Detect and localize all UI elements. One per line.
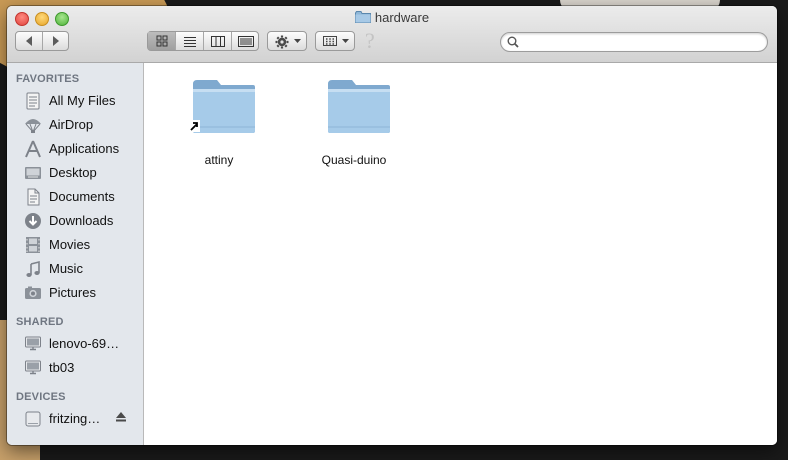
sidebar-item-movies[interactable]: Movies	[7, 234, 143, 256]
sidebar: FAVORITES All My Files AirDrop Applicati…	[7, 63, 144, 445]
sidebar-item-fritzing[interactable]: fritzing…	[7, 408, 143, 430]
airdrop-icon	[25, 119, 41, 134]
folder-item-attiny[interactable]: attiny	[169, 77, 269, 167]
sidebar-item-label: fritzing…	[49, 411, 101, 426]
music-icon	[26, 260, 40, 277]
downloads-icon	[25, 213, 41, 229]
folder-icon	[193, 80, 255, 133]
window-title-area: hardware	[7, 10, 777, 25]
title-bar: hardware ?	[7, 6, 777, 63]
search-input[interactable]	[523, 35, 758, 49]
list-view-icon	[183, 36, 196, 47]
column-view-button[interactable]	[204, 32, 231, 50]
documents-icon	[27, 188, 40, 206]
sidebar-header-favorites: FAVORITES	[16, 73, 80, 85]
navigation-buttons	[15, 31, 69, 51]
sidebar-item-label: Documents	[49, 189, 115, 204]
folder-item-quasi-duino[interactable]: Quasi-duino	[304, 77, 404, 167]
list-view-button[interactable]	[176, 32, 203, 50]
computer-icon	[25, 360, 41, 375]
pictures-icon	[25, 286, 41, 299]
dropdown-arrow-icon	[294, 39, 301, 43]
folder-name: Quasi-duino	[321, 153, 387, 167]
sidebar-item-label: tb03	[49, 360, 75, 375]
applications-icon	[25, 140, 41, 158]
folder-icon	[328, 80, 390, 133]
forward-button[interactable]	[43, 32, 69, 50]
sidebar-header-devices: DEVICES	[16, 391, 66, 403]
action-menu-button[interactable]	[267, 31, 307, 51]
sidebar-item-downloads[interactable]: Downloads	[7, 210, 143, 232]
sidebar-item-music[interactable]: Music	[7, 258, 143, 280]
arrange-icon	[323, 36, 337, 46]
sidebar-item-label: Applications	[49, 141, 120, 156]
search-field[interactable]	[500, 32, 768, 52]
view-mode-control	[147, 31, 259, 51]
forward-arrow-icon	[53, 36, 59, 46]
help-icon[interactable]: ?	[365, 28, 375, 54]
sidebar-item-airdrop[interactable]: AirDrop	[7, 114, 143, 136]
dropdown-arrow-icon	[342, 39, 349, 43]
sidebar-item-documents[interactable]: Documents	[7, 186, 143, 208]
desktop-icon	[25, 167, 41, 179]
file-browser-content: attiny Quasi-duino	[144, 63, 777, 445]
sidebar-item-lenovo[interactable]: lenovo-69…	[7, 333, 143, 355]
sidebar-item-pictures[interactable]: Pictures	[7, 282, 143, 304]
sidebar-item-label: AirDrop	[49, 117, 94, 132]
sidebar-item-label: Music	[49, 261, 83, 276]
sidebar-item-label: lenovo-69…	[49, 336, 120, 351]
sidebar-item-label: Desktop	[49, 165, 97, 180]
window-title: hardware	[374, 10, 430, 25]
sidebar-item-desktop[interactable]: Desktop	[7, 162, 143, 184]
sidebar-header-shared: SHARED	[16, 316, 64, 328]
back-arrow-icon	[26, 36, 32, 46]
disk-icon	[25, 411, 41, 427]
alias-arrow-icon	[188, 120, 200, 132]
eject-icon[interactable]	[115, 411, 127, 423]
arrange-menu-button[interactable]	[315, 31, 355, 51]
sidebar-item-label: Movies	[49, 237, 91, 252]
cover-flow-view-button[interactable]	[232, 32, 259, 50]
search-icon	[507, 36, 519, 48]
all-my-files-icon	[26, 92, 40, 110]
sidebar-item-label: All My Files	[49, 93, 116, 108]
movies-icon	[26, 237, 40, 253]
gear-icon	[275, 35, 289, 49]
sidebar-item-label: Pictures	[49, 285, 96, 300]
sidebar-item-all-my-files[interactable]: All My Files	[7, 90, 143, 112]
column-view-icon	[210, 35, 225, 47]
sidebar-item-tb03[interactable]: tb03	[7, 357, 143, 379]
computer-icon	[25, 336, 41, 351]
back-button[interactable]	[16, 32, 42, 50]
sidebar-item-applications[interactable]: Applications	[7, 138, 143, 160]
cover-flow-icon	[237, 35, 254, 47]
finder-window: hardware ? FAVORITES All My Files AirDro…	[7, 6, 777, 445]
icon-view-button[interactable]	[148, 32, 175, 50]
folder-icon	[354, 11, 371, 23]
sidebar-item-label: Downloads	[49, 213, 114, 228]
folder-name: attiny	[204, 153, 234, 167]
icon-view-icon	[156, 35, 167, 47]
